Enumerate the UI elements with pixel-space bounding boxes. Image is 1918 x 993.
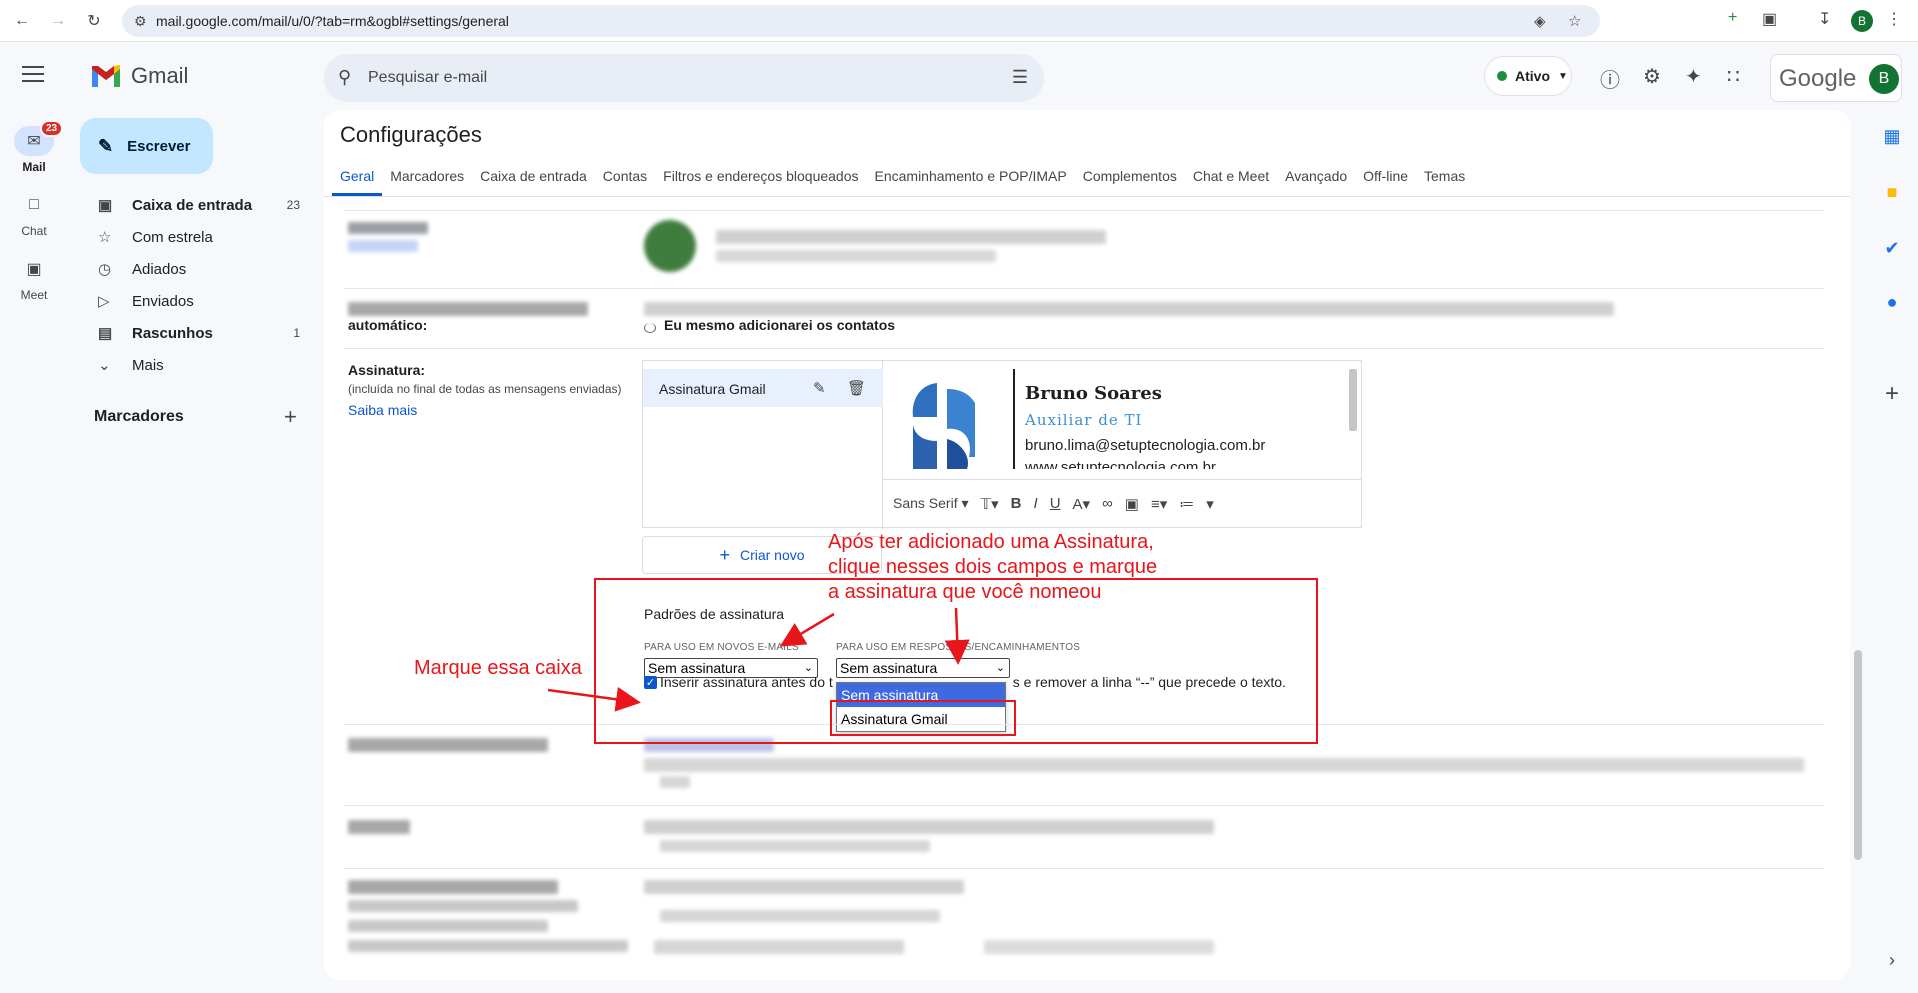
arrow-to-new-emails <box>779 612 835 647</box>
arrow-to-checkbox <box>547 686 641 712</box>
annotation-arrows <box>547 607 970 712</box>
arrow-to-replies <box>944 607 970 665</box>
